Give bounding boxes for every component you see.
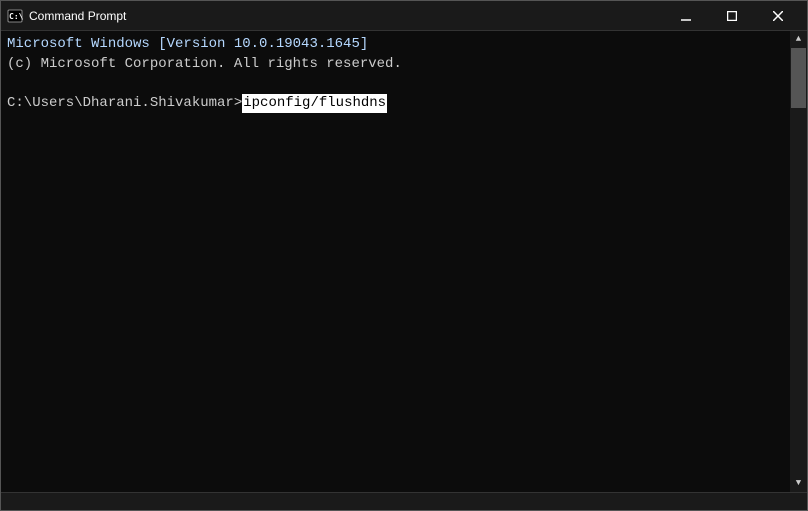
command-text: ipconfig/flushdns — [242, 94, 387, 114]
prompt-line: C:\Users\Dharani.Shivakumar> ipconfig/fl… — [7, 94, 801, 114]
title-bar: C:\ Command Prompt — [1, 1, 807, 31]
scrollbar-track — [790, 48, 807, 475]
copyright-line: (c) Microsoft Corporation. All rights re… — [7, 55, 801, 75]
prompt-prefix: C:\Users\Dharani.Shivakumar> — [7, 94, 242, 114]
window-title: Command Prompt — [29, 9, 663, 23]
windows-version-line: Microsoft Windows [Version 10.0.19043.16… — [7, 35, 801, 55]
window-controls — [663, 1, 801, 31]
cmd-icon: C:\ — [7, 8, 23, 24]
scrollbar[interactable]: ▲ ▼ — [790, 31, 807, 492]
blank-line — [7, 74, 801, 94]
minimize-button[interactable] — [663, 1, 709, 31]
maximize-button[interactable] — [709, 1, 755, 31]
scroll-down-arrow[interactable]: ▼ — [790, 475, 807, 492]
scroll-up-arrow[interactable]: ▲ — [790, 31, 807, 48]
svg-text:C:\: C:\ — [9, 12, 23, 21]
terminal-body[interactable]: Microsoft Windows [Version 10.0.19043.16… — [1, 31, 807, 492]
scrollbar-thumb[interactable] — [791, 48, 806, 108]
status-bar — [1, 492, 807, 510]
close-button[interactable] — [755, 1, 801, 31]
cmd-window: C:\ Command Prompt Microsoft Windows [Ve… — [0, 0, 808, 511]
